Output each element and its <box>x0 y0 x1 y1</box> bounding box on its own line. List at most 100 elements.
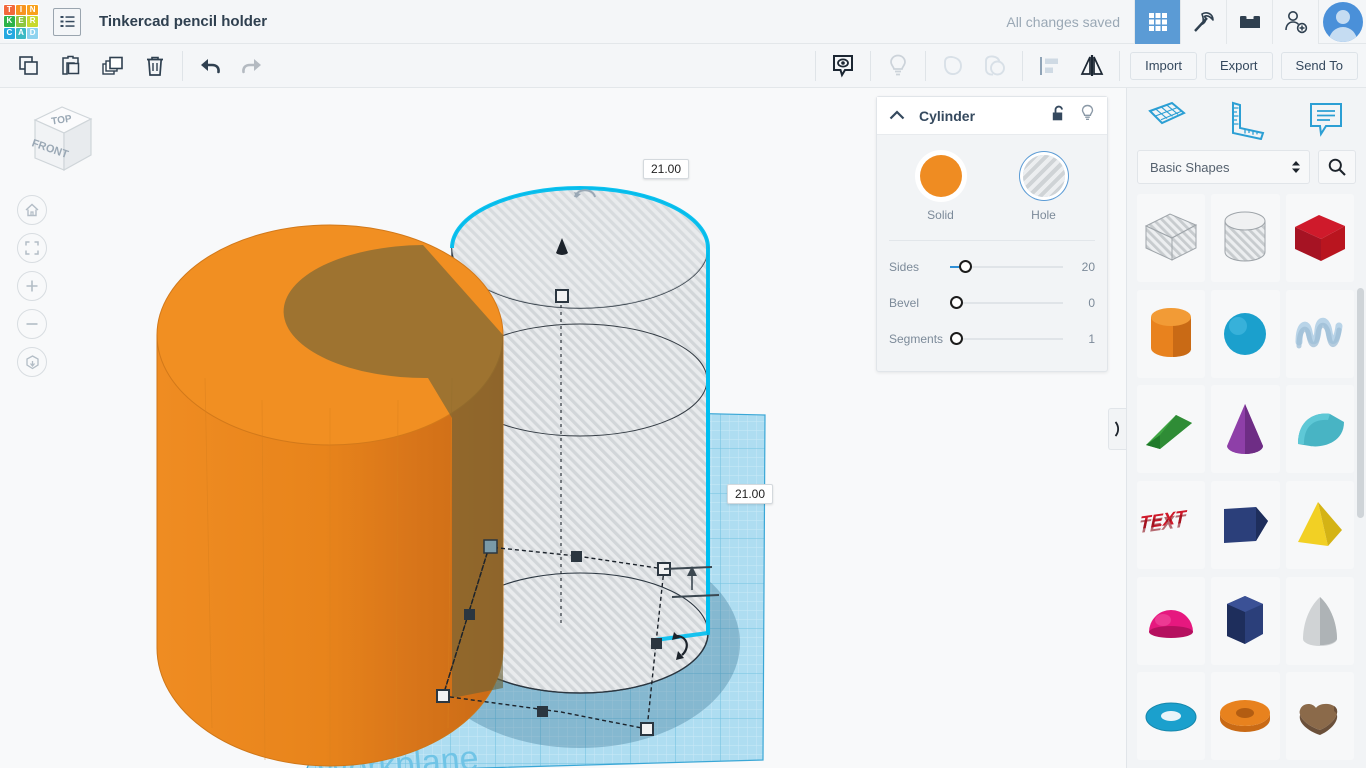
solid-mode-label: Solid <box>927 208 954 222</box>
edit-toolbar: Import Export Send To <box>0 44 1366 88</box>
sides-slider[interactable]: Sides 20 <box>889 249 1095 285</box>
add-person-icon[interactable] <box>1272 0 1318 44</box>
shape-text[interactable]: TEXT TEXT <box>1137 480 1206 569</box>
chevron-updown-icon <box>1292 161 1300 173</box>
shape-pyramid[interactable] <box>1285 480 1354 569</box>
hole-mode-label: Hole <box>1031 208 1056 222</box>
shapes-panel-toggle[interactable] <box>1108 408 1126 450</box>
duplicate-button[interactable] <box>92 48 134 84</box>
workplane-grid-icon[interactable] <box>1146 100 1188 145</box>
hole-pattern-swatch[interactable] <box>1022 155 1065 197</box>
shape-search-button[interactable] <box>1318 150 1356 184</box>
sides-slider-track[interactable] <box>949 260 1063 274</box>
tinkercad-app: TIN KER CAD Tinkercad pencil holder All ch… <box>0 0 1366 768</box>
sides-slider-knob[interactable] <box>958 260 972 273</box>
shape-category-select[interactable]: Basic Shapes <box>1137 150 1310 184</box>
viewport-navigation: TOP FRONT <box>14 100 94 385</box>
mirror-button[interactable] <box>1071 48 1113 84</box>
perspective-toggle-button[interactable] <box>17 347 47 377</box>
save-status: All changes saved <box>1006 13 1120 30</box>
segments-slider-knob[interactable] <box>949 332 963 345</box>
paste-button[interactable] <box>50 48 92 84</box>
shape-torus[interactable] <box>1137 672 1206 761</box>
hole-mode[interactable]: Hole <box>1004 155 1084 222</box>
tinkercad-logo[interactable]: TIN KER CAD <box>3 3 39 40</box>
shape-half-sphere[interactable] <box>1137 576 1206 665</box>
fit-to-view-button[interactable] <box>17 233 47 263</box>
chevron-right-icon <box>1114 421 1119 437</box>
shape-tube[interactable] <box>1211 672 1280 761</box>
clipboard-tools <box>8 44 176 88</box>
workplane-button[interactable] <box>822 48 864 84</box>
segments-slider-bar <box>949 338 1063 340</box>
lego-brick-icon[interactable] <box>1226 0 1272 44</box>
delete-button[interactable] <box>134 48 176 84</box>
shape-sphere[interactable] <box>1211 289 1280 378</box>
lightbulb-icon[interactable] <box>1080 104 1095 127</box>
ruler-light-button[interactable] <box>877 48 919 84</box>
shape-hexagon-prism[interactable] <box>1211 576 1280 665</box>
bevel-slider-label: Bevel <box>889 296 920 310</box>
logo-tile-n-2: N <box>27 4 38 16</box>
align-button[interactable] <box>1029 48 1071 84</box>
shape-parameter-sliders: Sides 20 Bevel 0 Segments 1 <box>889 249 1095 357</box>
ungroup-button[interactable] <box>974 48 1016 84</box>
segments-slider[interactable]: Segments 1 <box>889 321 1095 357</box>
shape-box[interactable] <box>1285 194 1354 282</box>
pickaxe-icon[interactable] <box>1180 0 1226 44</box>
notes-icon[interactable] <box>1305 100 1347 145</box>
page-title: Tinkercad pencil holder <box>99 13 268 30</box>
shape-cone[interactable] <box>1211 385 1280 474</box>
inspector-body: Solid Hole Sides 20 Bevel 0 Segments 1 <box>877 135 1107 371</box>
inspector-divider <box>889 240 1095 241</box>
view-cube[interactable]: TOP FRONT <box>18 100 94 187</box>
list-document-icon[interactable] <box>53 7 81 36</box>
copy-button[interactable] <box>8 48 50 84</box>
solid-color-swatch[interactable] <box>919 155 962 197</box>
shape-cylinder-hole[interactable] <box>1211 194 1280 282</box>
logo-tile-r-5: R <box>27 16 38 27</box>
group-button[interactable] <box>932 48 974 84</box>
shape-cylinder[interactable] <box>1137 289 1206 378</box>
unlock-icon[interactable] <box>1051 105 1066 127</box>
zoom-in-button[interactable] <box>17 271 47 301</box>
logo-tile-k-3: K <box>4 16 15 27</box>
shape-heart[interactable] <box>1285 672 1354 761</box>
logo-tile-c-6: C <box>4 27 15 39</box>
shapes-scrollbar[interactable] <box>1357 288 1364 518</box>
scale-handle-edge <box>464 609 475 620</box>
home-view-button[interactable] <box>17 195 47 225</box>
logo-tile-i-1: I <box>15 4 27 16</box>
send-to-button[interactable]: Send To <box>1280 51 1358 80</box>
chevron-up-icon[interactable] <box>889 107 905 125</box>
zoom-out-button[interactable] <box>17 309 47 339</box>
ruler-icon[interactable] <box>1225 100 1267 145</box>
shape-box-hole[interactable] <box>1137 194 1206 282</box>
bevel-slider-track[interactable] <box>949 296 1063 310</box>
height-dimension-label[interactable]: 21.00 <box>643 159 690 179</box>
sides-slider-label: Sides <box>889 260 920 274</box>
shape-wedge[interactable] <box>1137 385 1206 474</box>
undo-button[interactable] <box>189 48 231 84</box>
bevel-slider-knob[interactable] <box>949 296 963 309</box>
import-button[interactable]: Import <box>1130 51 1197 80</box>
bevel-slider[interactable]: Bevel 0 <box>889 285 1095 321</box>
shape-mode-group: Solid Hole <box>889 151 1095 224</box>
blocks-grid-icon[interactable] <box>1134 0 1180 44</box>
export-button[interactable]: Export <box>1204 51 1273 80</box>
solid-mode[interactable]: Solid <box>901 155 981 222</box>
view-undo-icon[interactable] <box>572 184 598 205</box>
redo-button[interactable] <box>231 48 273 84</box>
diameter-dimension-label[interactable]: 21.00 <box>727 484 774 504</box>
inspector-header: Cylinder <box>877 97 1107 135</box>
segments-slider-label: Segments <box>889 332 944 346</box>
topbar-right-group: All changes saved <box>1006 0 1366 44</box>
shape-roof[interactable] <box>1285 385 1354 474</box>
avatar[interactable] <box>1318 0 1366 44</box>
segments-slider-track[interactable] <box>949 332 1063 346</box>
shape-paraboloid[interactable] <box>1285 576 1354 665</box>
logo-tile-e-4: E <box>15 16 27 27</box>
shape-scribble[interactable] <box>1285 289 1354 378</box>
shape-polygon-prism[interactable] <box>1211 480 1280 569</box>
shape-inspector-panel: Cylinder Solid Hole Sides 20 Bevel 0 Seg… <box>876 96 1108 372</box>
